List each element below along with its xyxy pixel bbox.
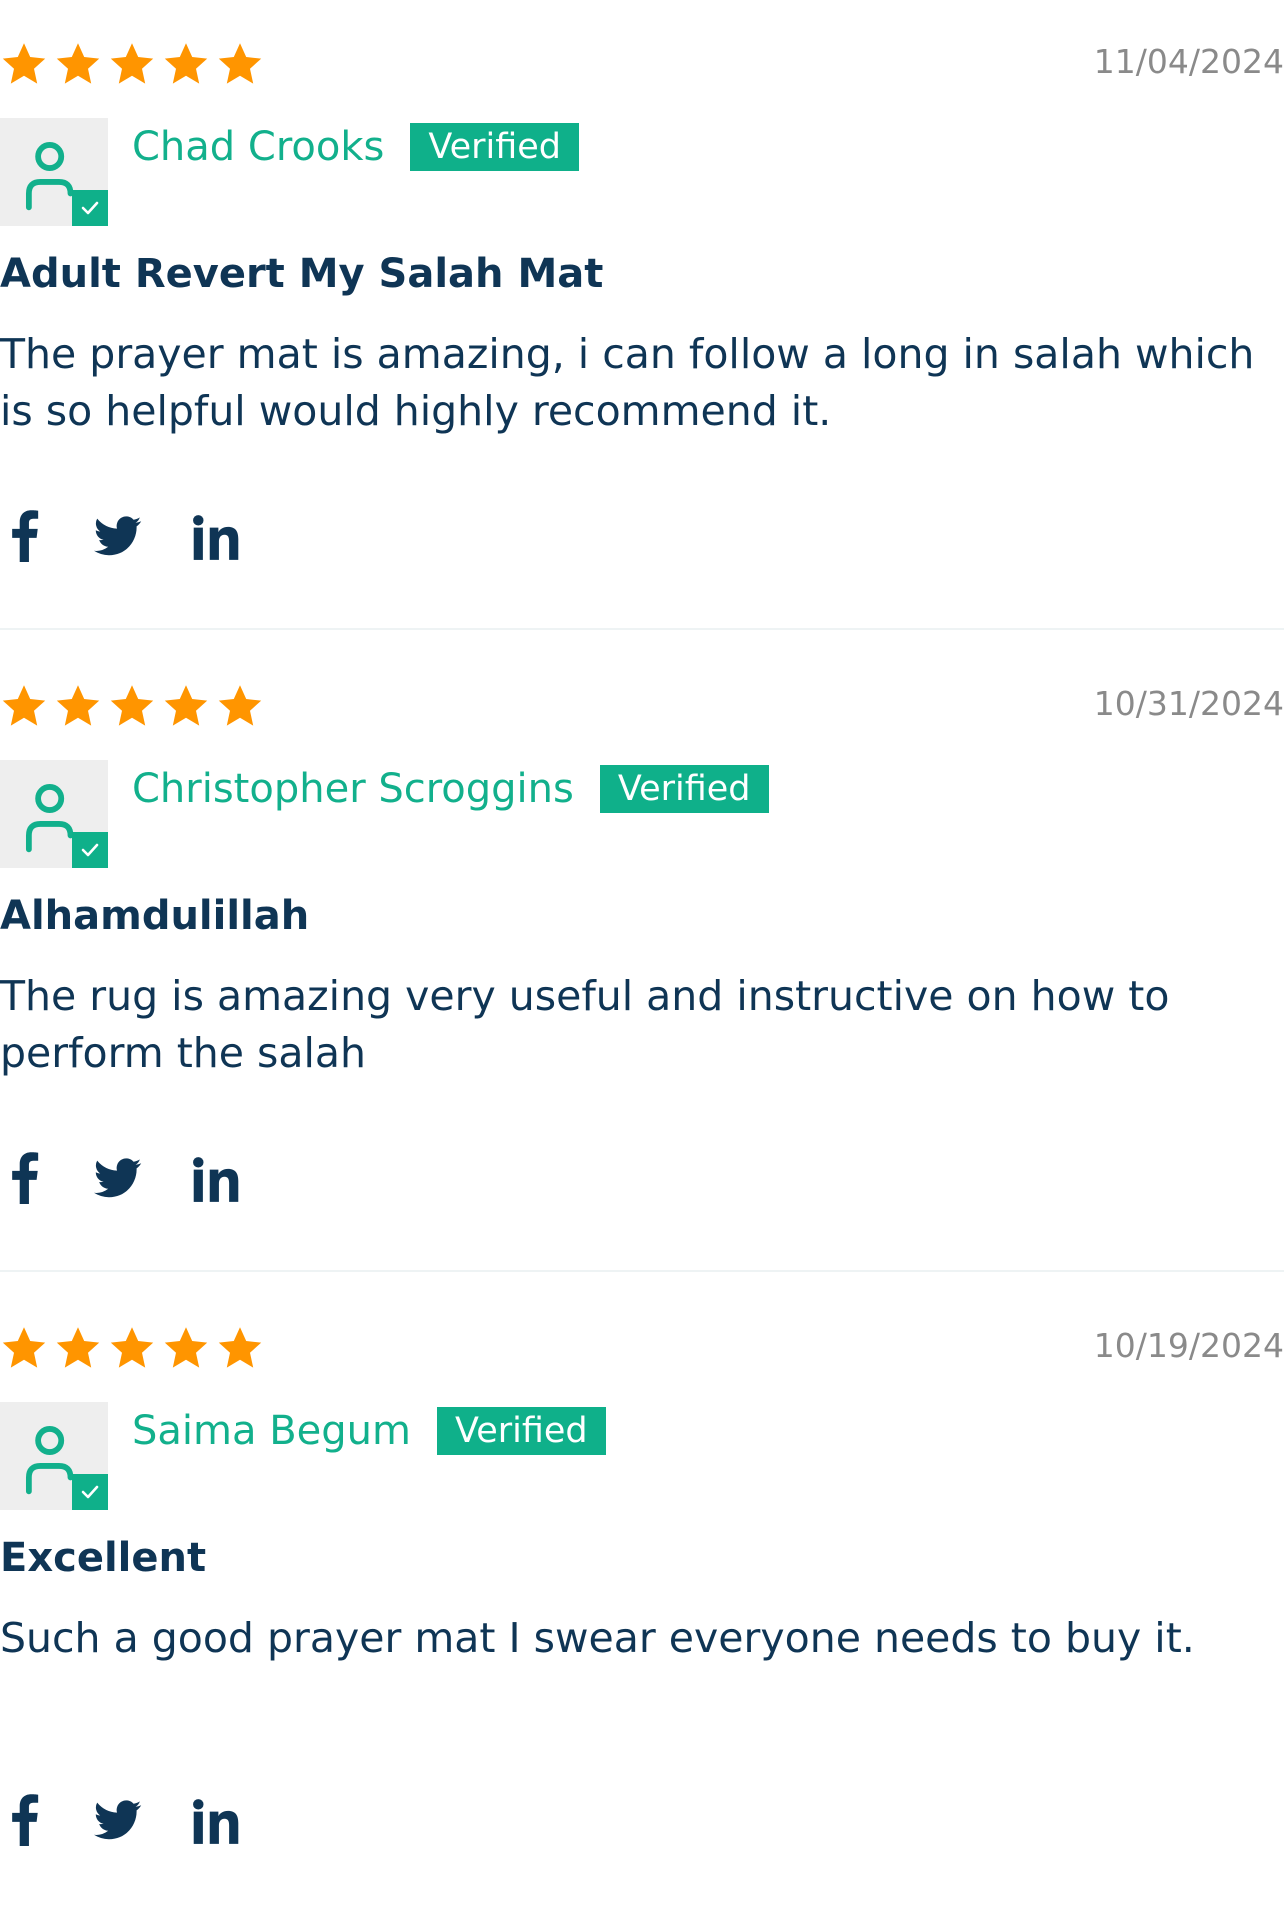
review-title: Adult Revert My Salah Mat	[0, 251, 604, 297]
star-icon	[54, 682, 102, 730]
review-card: 10/31/2024 Christopher Scroggins Verifie…	[0, 642, 1284, 1284]
star-icon	[54, 40, 102, 88]
author-row: Christopher Scroggins Verified	[132, 764, 769, 814]
linkedin-icon[interactable]	[192, 1796, 240, 1846]
linkedin-icon[interactable]	[192, 512, 240, 562]
review-date: 10/31/2024	[1093, 684, 1284, 723]
review-card: 11/04/2024 Chad Crooks Verified Adult Re…	[0, 0, 1284, 642]
review-body: Such a good prayer mat I swear everyone …	[0, 1614, 1195, 1662]
verified-badge: Verified	[410, 123, 580, 171]
avatar	[0, 760, 108, 868]
star-icon	[162, 1324, 210, 1372]
verified-check-badge	[72, 1474, 108, 1510]
verified-badge: Verified	[599, 765, 769, 813]
checkmark-icon	[80, 1483, 100, 1501]
star-rating	[0, 40, 264, 88]
verified-check-badge	[72, 832, 108, 868]
avatar	[0, 1402, 108, 1510]
review-date: 11/04/2024	[1093, 42, 1284, 81]
linkedin-icon[interactable]	[192, 1154, 240, 1204]
twitter-icon[interactable]	[94, 512, 142, 560]
star-rating	[0, 682, 264, 730]
reviews-list: 11/04/2024 Chad Crooks Verified Adult Re…	[0, 0, 1284, 1852]
star-icon	[108, 682, 156, 730]
star-icon	[162, 40, 210, 88]
star-icon	[0, 1324, 48, 1372]
review-card: 10/19/2024 Saima Begum Verified Excellen…	[0, 1284, 1284, 1926]
facebook-icon[interactable]	[10, 508, 40, 562]
divider	[0, 1270, 1284, 1272]
star-icon	[0, 682, 48, 730]
twitter-icon[interactable]	[94, 1154, 142, 1202]
checkmark-icon	[80, 199, 100, 217]
author-name: Chad Crooks	[132, 124, 385, 170]
star-rating	[0, 1324, 264, 1372]
star-icon	[216, 1324, 264, 1372]
star-icon	[216, 40, 264, 88]
twitter-icon[interactable]	[94, 1796, 142, 1844]
divider	[0, 628, 1284, 630]
review-body: The rug is amazing very useful and instr…	[0, 972, 1170, 1077]
verified-badge: Verified	[436, 1407, 606, 1455]
verified-check-badge	[72, 190, 108, 226]
author-row: Saima Begum Verified	[132, 1406, 606, 1456]
star-icon	[108, 40, 156, 88]
author-row: Chad Crooks Verified	[132, 122, 580, 172]
author-name: Christopher Scroggins	[132, 766, 574, 812]
author-name: Saima Begum	[132, 1408, 411, 1454]
star-icon	[54, 1324, 102, 1372]
review-title: Alhamdulillah	[0, 893, 310, 939]
star-icon	[216, 682, 264, 730]
facebook-icon[interactable]	[10, 1150, 40, 1204]
star-icon	[108, 1324, 156, 1372]
review-date: 10/19/2024	[1093, 1326, 1284, 1365]
avatar	[0, 118, 108, 226]
checkmark-icon	[80, 841, 100, 859]
facebook-icon[interactable]	[10, 1792, 40, 1846]
star-icon	[162, 682, 210, 730]
review-title: Excellent	[0, 1535, 207, 1581]
star-icon	[0, 40, 48, 88]
review-body: The prayer mat is amazing, i can follow …	[0, 330, 1255, 435]
